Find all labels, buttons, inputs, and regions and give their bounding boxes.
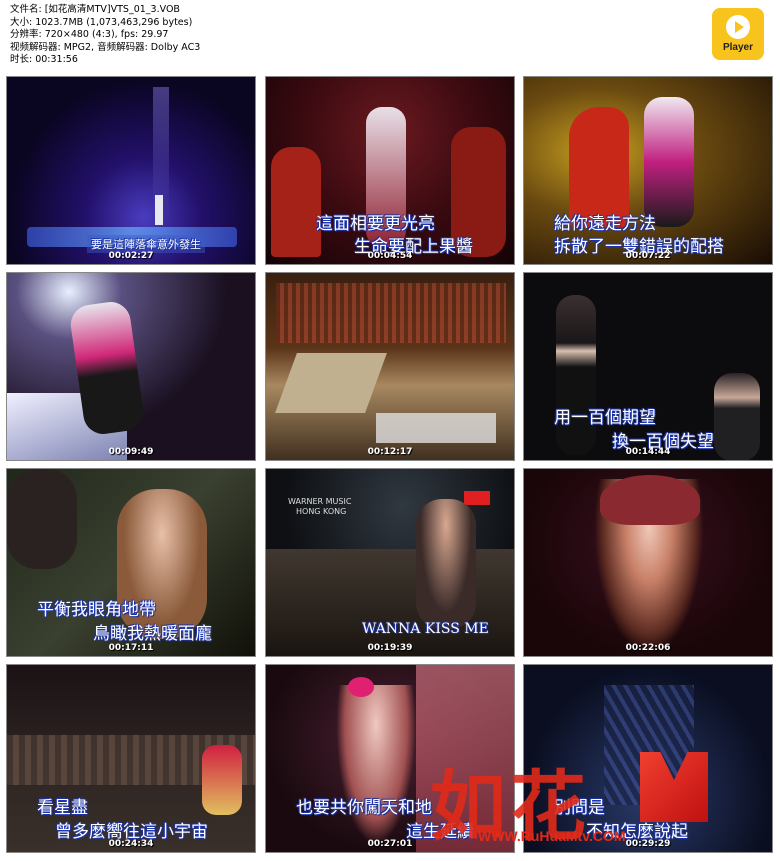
timestamp: 00:04:54 [367,251,413,261]
subtitle-3a: 給你遠走方法 [554,214,656,234]
file-codecs: 视频解码器: MPG2, 音频解码器: Dolby AC3 [10,41,201,53]
player-logo: Player [712,8,764,60]
file-size: 大小: 1023.7MB (1,073,463,296 bytes) [10,16,193,28]
file-duration: 时长: 00:31:56 [10,54,78,66]
timestamp: 00:12:17 [367,447,413,457]
timestamp: 00:02:27 [108,251,154,261]
thumbnail-4[interactable]: 00:09:49 [6,272,256,461]
thumbnail-8[interactable]: WARNER MUSIC HONG KONG WANNA KISS ME 00:… [265,468,515,657]
timestamp: 00:14:44 [625,447,671,457]
subtitle-10a: 看星盡 [37,798,88,818]
file-resolution: 分辨率: 720×480 (4:3), fps: 29.97 [10,29,169,41]
timestamp: 00:07:22 [625,251,671,261]
channel-logo [464,491,490,505]
timestamp: 00:09:49 [108,447,154,457]
thumbnail-7[interactable]: 平衡我眼角地帶 鳥瞰我熱暖面龐 00:17:11 [6,468,256,657]
thumbnail-10[interactable]: 看星盡 曾多麼嚮往這小宇宙 00:24:34 [6,664,256,853]
thumbnail-1[interactable]: 要是這陣落傘意外發生 00:02:27 [6,76,256,265]
thumbnail-2[interactable]: 這面相要更光亮 生命要配上果醬 00:04:54 [265,76,515,265]
subtitle-7a: 平衡我眼角地帶 [37,600,156,620]
timestamp: 00:17:11 [108,643,154,653]
subtitle-6a: 用一百個期望 [554,408,656,428]
thumbnail-5[interactable]: 00:12:17 [265,272,515,461]
watermark-warner-music: WARNER MUSIC [288,497,352,506]
subtitle-7b: 鳥瞰我熱暖面龐 [93,624,212,644]
watermark-hong-kong: HONG KONG [296,507,347,516]
timestamp: 00:22:06 [625,643,671,653]
thumbnail-3[interactable]: 給你遠走方法 拆散了一雙錯誤的配搭 00:07:22 [523,76,773,265]
file-info: 文件名: [如花高清MTV]VTS_01_3.VOB 大小: 1023.7MB … [10,4,200,67]
play-icon [726,15,750,39]
player-logo-label: Player [722,42,754,53]
subtitle-11a: 也要共你闖天和地 [296,798,432,818]
timestamp: 00:24:34 [108,839,154,849]
thumbnail-grid: 要是這陣落傘意外發生 00:02:27 這面相要更光亮 生命要配上果醬 00:0… [6,76,774,856]
site-watermark-url: WWW.RuHuaMtv.COM [478,828,626,844]
subtitle-2a: 這面相要更光亮 [316,214,435,234]
thumbnail-6[interactable]: 用一百個期望 換一百個失望 00:14:44 [523,272,773,461]
thumbnail-9[interactable]: 00:22:06 [523,468,773,657]
timestamp: 00:19:39 [367,643,413,653]
file-name: 文件名: [如花高清MTV]VTS_01_3.VOB [10,4,180,15]
subtitle-8a: WANNA KISS ME [362,621,489,637]
